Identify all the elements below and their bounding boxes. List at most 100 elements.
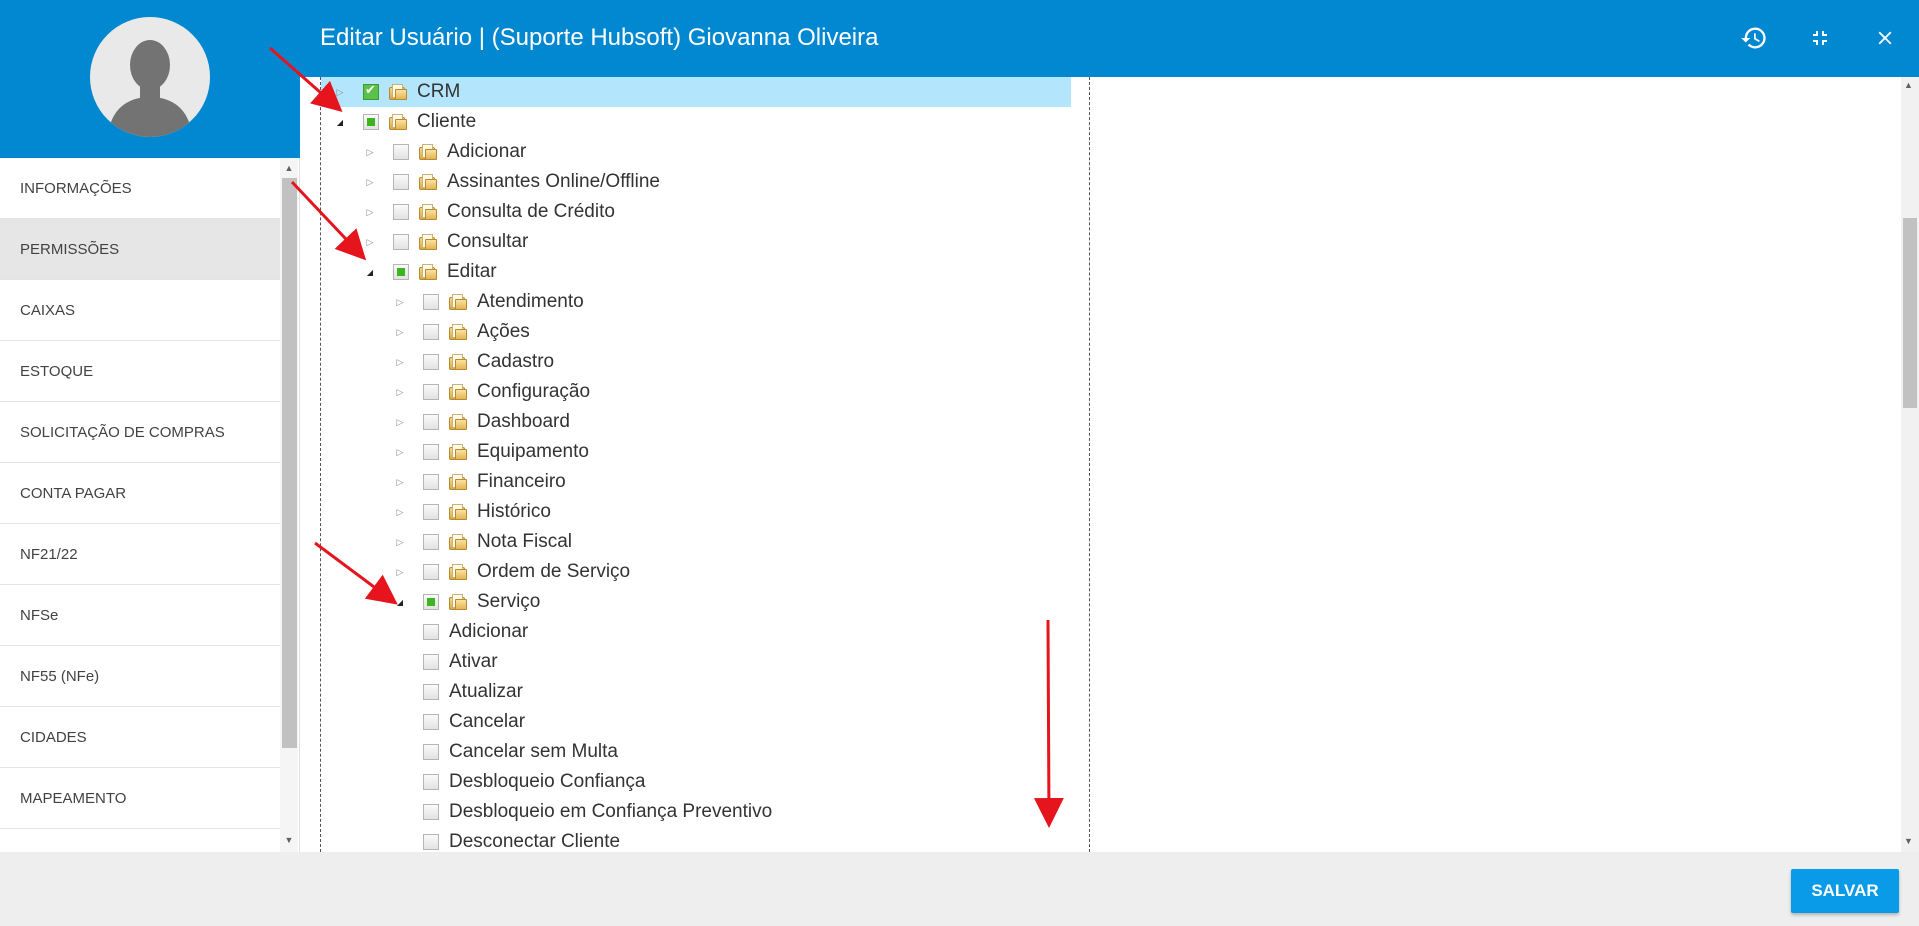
tree-item-label[interactable]: Cancelar sem Multa	[449, 741, 618, 763]
tree-item-label[interactable]: Equipamento	[477, 441, 589, 463]
sidebar-item-nf21-22[interactable]: NF21/22	[0, 524, 280, 585]
tree-folder-item[interactable]: ▷ Financeiro	[393, 467, 566, 497]
sidebar-item-nfse[interactable]: NFSe	[0, 585, 280, 646]
tree-item-label[interactable]: Consulta de Crédito	[447, 201, 615, 223]
tree-item-label[interactable]: Cancelar	[449, 711, 525, 733]
collapsed-triangle-icon[interactable]: ▷	[333, 85, 347, 99]
main-scrollbar[interactable]	[1901, 77, 1919, 852]
tree-folder-item[interactable]: ▷ Ações	[393, 317, 530, 347]
tree-item-label[interactable]: Ativar	[449, 651, 498, 673]
tree-item-label[interactable]: Editar	[447, 261, 497, 283]
sidebar-item-estoque[interactable]: ESTOQUE	[0, 341, 280, 402]
tree-folder-item[interactable]: ▷ Histórico	[393, 497, 551, 527]
scroll-down-arrow-icon[interactable]: ▼	[1904, 836, 1913, 846]
tree-folder-item[interactable]: ▷ Cadastro	[393, 347, 555, 377]
tree-folder-item[interactable]: ▷ Consulta de Crédito	[363, 197, 615, 227]
collapsed-triangle-icon[interactable]: ▷	[393, 445, 407, 459]
sidebar-item-cidades[interactable]: CIDADES	[0, 707, 280, 768]
tree-folder-item[interactable]: ◢ Editar	[363, 257, 497, 287]
permission-checkbox[interactable]	[423, 384, 439, 400]
permission-checkbox[interactable]	[423, 774, 439, 790]
permission-checkbox[interactable]	[423, 324, 439, 340]
scroll-up-arrow-icon[interactable]: ▲	[283, 162, 295, 174]
history-button[interactable]	[1734, 18, 1774, 58]
tree-item-label[interactable]: Ações	[477, 321, 530, 343]
tree-folder-item[interactable]: ▷ Adicionar	[363, 137, 527, 167]
scroll-up-arrow-icon[interactable]: ▲	[1904, 80, 1913, 90]
tree-item-label[interactable]: Serviço	[477, 591, 540, 613]
tree-folder-item[interactable]: ▷ Assinantes Online/Offline	[363, 167, 660, 197]
permission-checkbox[interactable]	[423, 474, 439, 490]
tree-item-label[interactable]: Consultar	[447, 231, 528, 253]
tree-folder-item[interactable]: ▷ Configuração	[393, 377, 591, 407]
permission-checkbox[interactable]	[423, 294, 439, 310]
close-button[interactable]	[1865, 18, 1905, 58]
sidebar-item-caixas[interactable]: CAIXAS	[0, 280, 280, 341]
tree-item-label[interactable]: Nota Fiscal	[477, 531, 572, 553]
tree-folder-item[interactable]: ▷ CRM	[321, 77, 1071, 107]
permission-checkbox[interactable]	[423, 714, 439, 730]
tree-folder-item[interactable]: ▷ Dashboard	[393, 407, 570, 437]
tree-item-label[interactable]: CRM	[417, 81, 460, 103]
permission-checkbox[interactable]	[423, 354, 439, 370]
permission-checkbox[interactable]	[423, 564, 439, 580]
tree-item-label[interactable]: Assinantes Online/Offline	[447, 171, 660, 193]
sidebar-item-permissoes[interactable]: PERMISSÕES	[0, 219, 280, 280]
permission-checkbox[interactable]	[363, 114, 379, 130]
tree-item-label[interactable]: Histórico	[477, 501, 551, 523]
expanded-triangle-icon[interactable]: ◢	[333, 115, 347, 129]
tree-leaf-item[interactable]: Cancelar sem Multa	[423, 737, 618, 767]
permission-checkbox[interactable]	[423, 834, 439, 850]
sidebar-item-mapeamento[interactable]: MAPEAMENTO	[0, 768, 280, 829]
permission-checkbox[interactable]	[423, 684, 439, 700]
sidebar-scrollbar-thumb[interactable]	[282, 178, 297, 748]
tree-leaf-item[interactable]: Atualizar	[423, 677, 523, 707]
collapsed-triangle-icon[interactable]: ▷	[393, 415, 407, 429]
tree-item-label[interactable]: Cliente	[417, 111, 476, 133]
scroll-down-arrow-icon[interactable]: ▼	[283, 834, 295, 846]
tree-folder-item[interactable]: ▷ Atendimento	[393, 287, 584, 317]
collapse-button[interactable]	[1800, 18, 1840, 58]
permission-checkbox[interactable]	[423, 504, 439, 520]
tree-item-label[interactable]: Desconectar Cliente	[449, 831, 620, 852]
tree-folder-item[interactable]: ▷ Ordem de Serviço	[393, 557, 631, 587]
expanded-triangle-icon[interactable]: ◢	[393, 595, 407, 609]
main-scrollbar-thumb[interactable]	[1903, 218, 1917, 408]
collapsed-triangle-icon[interactable]: ▷	[393, 295, 407, 309]
tree-item-label[interactable]: Ordem de Serviço	[477, 561, 630, 583]
collapsed-triangle-icon[interactable]: ▷	[393, 325, 407, 339]
tree-item-label[interactable]: Atualizar	[449, 681, 523, 703]
tree-item-label[interactable]: Desbloqueio em Confiança Preventivo	[449, 801, 772, 823]
sidebar-item-nf55[interactable]: NF55 (NFe)	[0, 646, 280, 707]
collapsed-triangle-icon[interactable]: ▷	[363, 235, 377, 249]
tree-folder-item[interactable]: ◢ Cliente	[333, 107, 476, 137]
tree-item-label[interactable]: Adicionar	[447, 141, 526, 163]
collapsed-triangle-icon[interactable]: ▷	[393, 565, 407, 579]
tree-folder-item[interactable]: ▷ Consultar	[363, 227, 529, 257]
collapsed-triangle-icon[interactable]: ▷	[363, 145, 377, 159]
tree-item-label[interactable]: Financeiro	[477, 471, 566, 493]
tree-leaf-item[interactable]: Adicionar	[423, 617, 528, 647]
tree-folder-item[interactable]: ▷ Nota Fiscal	[393, 527, 573, 557]
permission-checkbox[interactable]	[423, 414, 439, 430]
tree-item-label[interactable]: Atendimento	[477, 291, 584, 313]
permission-checkbox[interactable]	[423, 594, 439, 610]
tree-leaf-item[interactable]: Desconectar Cliente	[423, 827, 620, 852]
permission-checkbox[interactable]	[393, 144, 409, 160]
tree-leaf-item[interactable]: Desbloqueio em Confiança Preventivo	[423, 797, 772, 827]
permission-checkbox[interactable]	[393, 264, 409, 280]
sidebar-item-conta-pagar[interactable]: CONTA PAGAR	[0, 463, 280, 524]
permission-checkbox[interactable]	[393, 234, 409, 250]
collapsed-triangle-icon[interactable]: ▷	[393, 385, 407, 399]
permission-checkbox[interactable]	[423, 444, 439, 460]
sidebar-item-solicitacao-compras[interactable]: SOLICITAÇÃO DE COMPRAS	[0, 402, 280, 463]
collapsed-triangle-icon[interactable]: ▷	[393, 535, 407, 549]
tree-item-label[interactable]: Desbloqueio Confiança	[449, 771, 645, 793]
tree-item-label[interactable]: Configuração	[477, 381, 590, 403]
permission-checkbox[interactable]	[423, 744, 439, 760]
save-button[interactable]: SALVAR	[1791, 869, 1899, 913]
tree-leaf-item[interactable]: Ativar	[423, 647, 498, 677]
collapsed-triangle-icon[interactable]: ▷	[393, 355, 407, 369]
permission-checkbox[interactable]	[363, 82, 379, 100]
expanded-triangle-icon[interactable]: ◢	[363, 265, 377, 279]
